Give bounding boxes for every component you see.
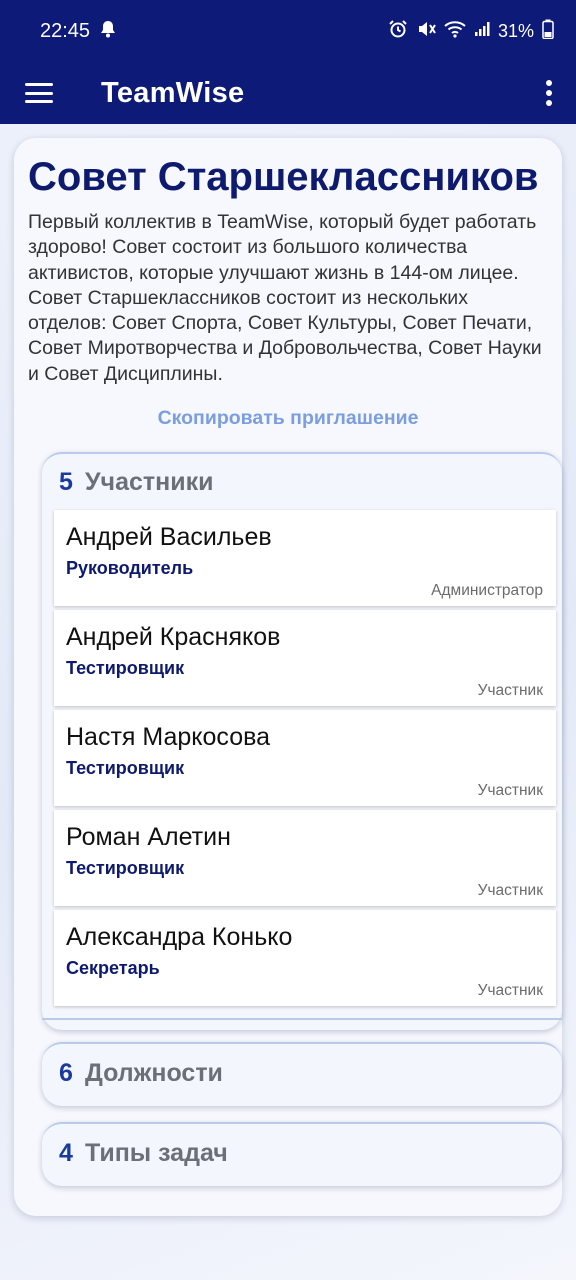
task-types-section-header[interactable]: 4 Типы задач [42, 1124, 562, 1180]
wifi-icon [444, 20, 466, 43]
member-role: Тестировщик [66, 758, 185, 779]
member-role: Руководитель [66, 558, 194, 579]
divider [42, 1018, 562, 1021]
status-icons: 31% [388, 19, 554, 44]
positions-section[interactable]: 6 Должности [42, 1042, 562, 1107]
battery-percent: 31% [497, 20, 534, 41]
member-name: Андрей Красняков [66, 623, 281, 652]
member-name: Александра Конько [66, 923, 293, 952]
task-types-section[interactable]: 4 Типы задач [42, 1122, 562, 1187]
member-access-level: Участник [477, 682, 543, 700]
battery-icon [542, 19, 554, 44]
hamburger-menu-icon[interactable] [25, 83, 53, 103]
member-role: Тестировщик [66, 858, 185, 879]
member-item[interactable]: Настя Маркосова Тестировщик Участник [54, 710, 556, 807]
members-count: 5 [59, 468, 73, 497]
status-time: 22:45 [40, 19, 91, 42]
member-name: Настя Маркосова [66, 723, 271, 752]
member-item[interactable]: Андрей Красняков Тестировщик Участник [54, 610, 556, 707]
member-access-level: Участник [477, 782, 543, 800]
member-item[interactable]: Андрей Васильев Руководитель Администрат… [54, 510, 556, 607]
alarm-icon [388, 19, 408, 44]
positions-label: Должности [85, 1059, 223, 1088]
member-role: Секретарь [66, 958, 160, 979]
positions-count: 6 [59, 1059, 73, 1088]
member-access-level: Участник [477, 882, 543, 900]
member-role: Тестировщик [66, 658, 185, 679]
member-item[interactable]: Александра Конько Секретарь Участник [54, 910, 556, 1007]
status-bar: 22:45 31% [0, 0, 576, 62]
member-name: Андрей Васильев [66, 523, 272, 552]
app-bar: TeamWise [0, 62, 576, 124]
mute-icon [416, 19, 436, 44]
member-access-level: Администратор [431, 582, 543, 600]
team-description: Первый коллектив в TeamWise, который буд… [28, 211, 542, 385]
task-types-count: 4 [59, 1139, 73, 1168]
copy-invite-button[interactable]: Скопировать приглашение [28, 407, 548, 430]
bell-icon [100, 20, 116, 43]
more-vert-icon[interactable] [544, 80, 554, 106]
app-title: TeamWise [101, 76, 245, 109]
task-types-label: Типы задач [85, 1139, 228, 1168]
team-card: Совет Старшеклассников Первый коллектив … [14, 138, 562, 1216]
members-section: 5 Участники Андрей Васильев Руководитель… [42, 452, 562, 1031]
member-item[interactable]: Роман Алетин Тестировщик Участник [54, 810, 556, 907]
team-title: Совет Старшеклассников [28, 155, 539, 199]
members-section-header[interactable]: 5 Участники [42, 454, 562, 510]
members-label: Участники [85, 468, 214, 497]
positions-section-header[interactable]: 6 Должности [42, 1044, 562, 1100]
member-access-level: Участник [477, 982, 543, 1000]
member-name: Роман Алетин [66, 823, 231, 852]
signal-icon [474, 21, 490, 42]
